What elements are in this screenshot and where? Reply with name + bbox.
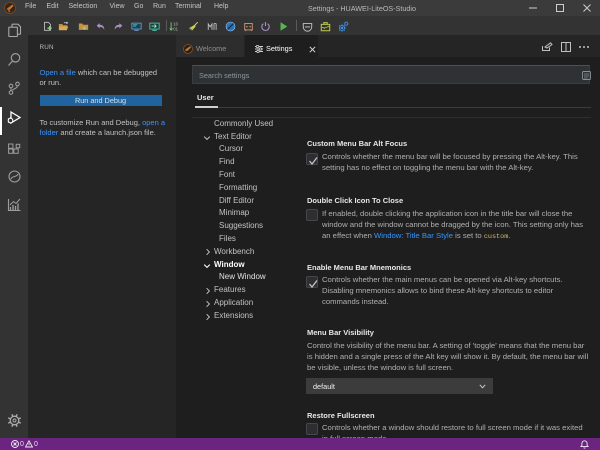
svg-text:01: 01 bbox=[173, 27, 178, 32]
